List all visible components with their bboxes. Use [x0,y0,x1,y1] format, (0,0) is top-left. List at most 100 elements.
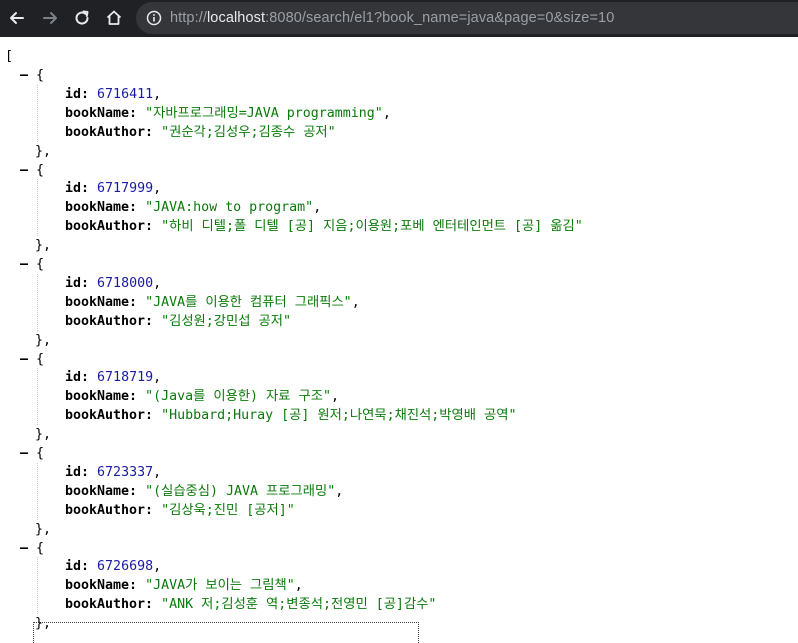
json-object-open: – { [20,539,44,558]
arrow-right-icon [43,12,57,24]
json-field-bookName: bookName: "자바프로그래밍=JAVA programming", [65,105,391,121]
field-key: id: [65,559,90,575]
json-object-open: – { [20,255,44,274]
json-field-bookAuthor: bookAuthor: "김상욱;진민 [공저]" [65,501,295,520]
json-open-bracket: [ [5,49,14,64]
field-key: id: [65,181,90,197]
json-field-bookAuthor: bookAuthor: "하비 디텔;폴 디텔 [공] 지음;이용원;포베 엔터… [65,217,583,236]
field-value: "JAVA를 이용한 컴퓨터 그래픽스" [145,294,352,310]
json-field-bookName: bookName: "JAVA가 보이는 그림책", [65,578,303,594]
open-brace: { [36,162,45,178]
forward-button[interactable] [38,6,62,30]
field-value: 6717999 [97,181,154,197]
collapse-toggle[interactable]: – [20,257,28,272]
field-value: "하비 디텔;폴 디텔 [공] 지음;이용원;포베 엔터테인먼트 [공] 옮김" [161,219,583,235]
reload-button[interactable] [70,6,94,30]
collapse-toggle[interactable]: – [20,541,28,556]
field-value: "(Java를 이용한) 자료 구조" [145,389,332,405]
url-text[interactable]: http://localhost:8080/search/el1?book_na… [170,2,614,34]
json-field-id: id: 6716411, [65,86,162,102]
field-key: bookName: [65,200,138,216]
indent-guide [37,179,38,237]
field-value: "자바프로그래밍=JAVA programming" [145,105,383,121]
collapse-toggle[interactable]: – [20,68,28,83]
open-brace: { [36,68,45,83]
reload-icon [75,10,89,25]
home-button[interactable] [102,6,126,30]
arrow-left-icon [10,12,24,24]
collapse-toggle[interactable]: – [20,446,28,461]
json-object-open: – { [20,161,44,180]
field-key: bookName: [65,105,138,121]
field-key: bookAuthor: [65,408,154,424]
json-field-bookAuthor: bookAuthor: "김성원;강민섭 공저" [65,312,291,331]
info-circle-icon[interactable] [146,10,162,26]
indent-guide [37,273,38,331]
json-field-bookName: bookName: "(Java를 이용한) 자료 구조", [65,389,340,405]
field-key: bookName: [65,483,138,499]
json-field-bookName: bookName: "(실습중심) JAVA 프로그래밍", [65,483,344,499]
field-value: "(실습중심) JAVA 프로그래밍" [145,483,336,499]
indent-guide [37,84,38,142]
indent-guide [37,368,38,426]
field-key: bookName: [65,578,138,594]
field-key: bookAuthor: [65,313,154,329]
json-field-id: id: 6723337, [65,464,162,480]
field-value: 6718719 [97,370,154,386]
field-value: 6716411 [97,86,154,102]
json-object-close: }, [35,616,52,632]
home-icon [106,10,122,25]
field-key: id: [65,86,90,102]
json-object-close: }, [35,143,52,159]
open-brace: { [36,540,45,556]
json-field-bookName: bookName: "JAVA를 이용한 컴퓨터 그래픽스", [65,294,360,310]
json-field-bookAuthor: bookAuthor: "Hubbard;Huray [공] 원저;나연묵;채진… [65,406,516,425]
field-value: "ANK 저;김성훈 역;변종석;전영민 [공]감수" [161,597,437,613]
field-key: bookName: [65,389,138,405]
back-button[interactable] [5,6,29,30]
json-field-id: id: 6718000, [65,275,162,291]
field-key: id: [65,370,90,386]
field-key: id: [65,275,90,291]
open-brace: { [36,351,45,367]
open-brace: { [36,257,45,272]
json-field-bookName: bookName: "JAVA:how to program", [65,200,322,216]
collapse-toggle[interactable]: – [20,352,28,367]
json-object-open: – { [20,444,44,463]
json-field-id: id: 6717999, [65,181,162,197]
json-object-close: }, [35,427,52,443]
field-value: "Hubbard;Huray [공] 원저;나연묵;채진석;박영배 공역" [161,408,517,424]
field-value: "JAVA:how to program" [145,200,314,216]
collapse-toggle[interactable]: – [20,163,28,178]
field-key: bookAuthor: [65,219,154,235]
indent-guide [37,462,38,520]
field-key: bookAuthor: [65,502,154,518]
json-object-close: }, [35,521,52,537]
field-key: bookName: [65,294,138,310]
json-object-close: }, [35,238,52,254]
json-object-open: – { [20,350,44,369]
field-value: "김성원;강민섭 공저" [161,313,291,329]
json-viewer: [ – { id: 6716411, bookName: "자바프로그래밍=JAVA… [0,37,798,643]
field-value: "김상욱;진민 [공저]" [161,502,295,518]
indent-guide [37,557,38,615]
json-field-bookAuthor: bookAuthor: "권순각;김성우;김종수 공저" [65,123,336,142]
open-brace: { [36,446,45,461]
json-field-id: id: 6726698, [65,559,162,575]
field-value: 6723337 [97,464,154,480]
collapsed-object-selection[interactable] [33,622,419,643]
field-value: "권순각;김성우;김종수 공저" [161,124,336,140]
field-key: id: [65,464,90,480]
address-bar[interactable]: http://localhost:8080/search/el1?book_na… [136,2,798,34]
url-path: :8080/search/el1?book_name=java&page=0&s… [265,10,615,26]
browser-toolbar: http://localhost:8080/search/el1?book_na… [0,0,798,37]
field-key: bookAuthor: [65,124,154,140]
json-field-bookAuthor: bookAuthor: "ANK 저;김성훈 역;변종석;전영민 [공]감수" [65,595,436,614]
json-field-id: id: 6718719, [65,370,162,386]
json-object-open: – { [20,66,44,85]
field-value: "JAVA가 보이는 그림책" [145,578,295,594]
url-scheme: http:// [170,10,207,26]
field-value: 6718000 [97,275,154,291]
url-host: localhost [206,10,266,26]
field-value: 6726698 [97,559,154,575]
